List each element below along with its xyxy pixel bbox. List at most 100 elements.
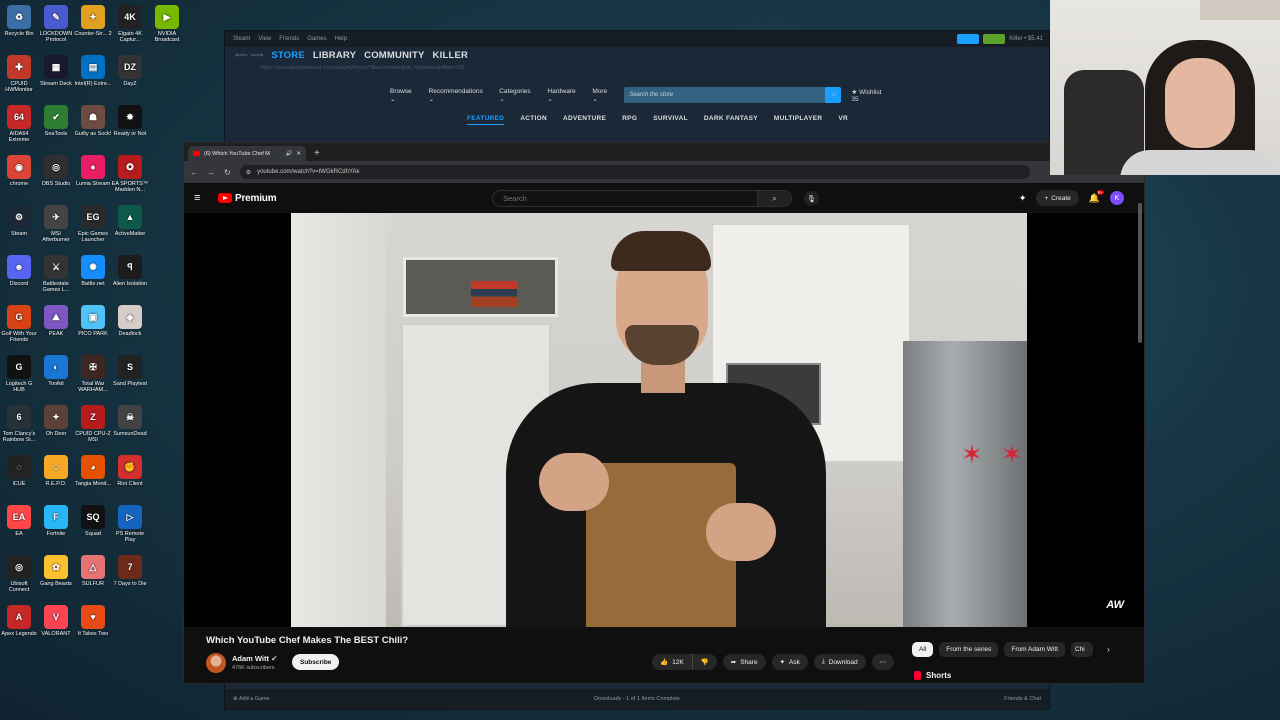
steam-menu-view[interactable]: View bbox=[258, 36, 271, 42]
search-icon[interactable]: ⌕ bbox=[757, 191, 791, 206]
desktop-shortcut[interactable]: ✺ Battle.net bbox=[74, 255, 112, 293]
store-menu-more[interactable]: More ⌄ bbox=[592, 88, 614, 103]
desktop-shortcut[interactable]: ▷ PS Remote Play bbox=[111, 505, 149, 543]
steam-store-search-input[interactable]: Search the store ⌕ bbox=[624, 87, 842, 103]
friends-chat-button[interactable]: Friends & Chat bbox=[1004, 696, 1041, 702]
add-game-button[interactable]: ⊕ Add a Game bbox=[233, 696, 270, 702]
desktop-shortcut[interactable]: ◌ iCUE bbox=[0, 455, 38, 493]
chip-chili[interactable]: Chi bbox=[1070, 642, 1093, 657]
desktop-shortcut[interactable]: Z CPUID CPU-Z MSI bbox=[74, 405, 112, 443]
desktop-shortcut[interactable]: ♻ Recycle Bin bbox=[0, 5, 38, 43]
browser-tab-youtube[interactable]: (6) Which YouTube Chef M 🔊 ✕ bbox=[188, 146, 306, 161]
desktop-shortcut[interactable]: S Sand Playtest bbox=[111, 355, 149, 393]
desktop-shortcut[interactable]: 64 AIDA64 Extreme bbox=[0, 105, 38, 143]
desktop-shortcut[interactable]: ◉ chrome bbox=[0, 155, 38, 193]
category-tab-survival[interactable]: SURVIVAL bbox=[653, 115, 688, 125]
desktop-shortcut[interactable]: ꟼ Alien Isolation bbox=[111, 255, 149, 293]
store-menu-browse[interactable]: Browse ⌄ bbox=[390, 88, 419, 103]
tab-close-icon[interactable]: ✕ bbox=[296, 151, 301, 157]
steam-account-status[interactable]: Killer • $5.41 bbox=[1009, 36, 1043, 42]
desktop-shortcut[interactable]: ◈ Deadlock bbox=[111, 305, 149, 343]
desktop-shortcut[interactable]: △ SULFUR bbox=[74, 555, 112, 593]
create-button[interactable]: + Create bbox=[1036, 190, 1079, 206]
channel-avatar[interactable] bbox=[206, 653, 226, 673]
desktop-shortcut[interactable]: V VALORANT bbox=[37, 605, 75, 643]
dislike-button[interactable]: 👎 bbox=[691, 654, 717, 670]
store-menu-hardware[interactable]: Hardware ⌄ bbox=[547, 88, 582, 103]
channel-watermark[interactable]: AW bbox=[1106, 599, 1124, 611]
search-icon[interactable]: ⌕ bbox=[825, 87, 842, 103]
steam-notification-button[interactable] bbox=[983, 34, 1006, 44]
desktop-shortcut[interactable]: ✠ Total War WARHAM... bbox=[74, 355, 112, 393]
desktop-shortcut[interactable]: EA EA bbox=[0, 505, 38, 543]
chip-from-adam-witt[interactable]: From Adam Witt bbox=[1004, 642, 1065, 657]
desktop-shortcut[interactable]: ▤ Intel(R) Extre... bbox=[74, 55, 112, 93]
back-forward-arrows-icon[interactable]: ⟵ ⟶ bbox=[235, 50, 263, 61]
youtube-premium-logo[interactable]: Premium bbox=[218, 193, 277, 204]
desktop-shortcut[interactable]: ✸ Ready or Not bbox=[111, 105, 149, 143]
desktop-shortcut[interactable]: 7 7 Days to Die bbox=[111, 555, 149, 593]
desktop-shortcut[interactable]: ▲ ActiveMatter bbox=[111, 205, 149, 243]
desktop-shortcut[interactable]: A Apex Legends bbox=[0, 605, 38, 643]
ask-button[interactable]: ✦ Ask bbox=[771, 654, 808, 670]
category-tab-featured[interactable]: FEATURED bbox=[467, 115, 505, 125]
reload-icon[interactable]: ↻ bbox=[224, 168, 231, 177]
steam-wishlist-link[interactable]: ★ Wishlist 35 bbox=[851, 88, 890, 103]
desktop-shortcut[interactable]: ✦ Counter-Str... 2 bbox=[74, 5, 112, 43]
desktop-shortcut[interactable]: ▦ Stream Deck bbox=[37, 55, 75, 93]
desktop-shortcut[interactable]: ● Lumia Stream bbox=[74, 155, 112, 193]
youtube-search-input[interactable] bbox=[493, 194, 757, 203]
category-tab-action[interactable]: ACTION bbox=[520, 115, 547, 125]
chevron-right-icon[interactable]: › bbox=[1107, 645, 1110, 654]
desktop-shortcut[interactable]: ☗ Guilty as Sock! bbox=[74, 105, 112, 143]
downloads-status[interactable]: Downloads - 1 of 1 Items Complete bbox=[594, 696, 680, 702]
microphone-icon[interactable]: 🎙 bbox=[804, 191, 819, 206]
chip-all[interactable]: All bbox=[912, 642, 934, 657]
category-tab-rpg[interactable]: RPG bbox=[622, 115, 637, 125]
desktop-shortcut[interactable]: ♥ It Takes Two bbox=[74, 605, 112, 643]
video-frame[interactable]: ✶ ✶ bbox=[291, 213, 1027, 627]
site-info-icon[interactable]: ⚙ bbox=[246, 169, 251, 176]
forward-icon[interactable]: → bbox=[207, 168, 215, 177]
desktop-shortcut[interactable]: ⚔ Battlestate Games L... bbox=[37, 255, 75, 293]
desktop-shortcut[interactable]: ✎ LOCKDOWN Protocol bbox=[37, 5, 75, 43]
like-button[interactable]: 👍 12K bbox=[652, 654, 692, 670]
desktop-shortcut[interactable]: 6 Tom Clancy's Rainbow Si... bbox=[0, 405, 38, 443]
gemini-sparkle-icon[interactable]: ✦ bbox=[1019, 193, 1027, 204]
steam-menu-friends[interactable]: Friends bbox=[279, 36, 299, 42]
desktop-shortcut[interactable]: G Golf With Your Friends bbox=[0, 305, 38, 343]
desktop-shortcut[interactable]: ✦ Oh Deer bbox=[37, 405, 75, 443]
more-actions-button[interactable]: ⋯ bbox=[871, 654, 895, 670]
steam-nav-profile[interactable]: KILLER bbox=[433, 50, 469, 61]
desktop-shortcut[interactable]: ▣ PICO PARK bbox=[74, 305, 112, 343]
steam-nav-community[interactable]: COMMUNITY bbox=[364, 50, 424, 61]
desktop-shortcut[interactable]: 4K Elgato 4K Captur... bbox=[111, 5, 149, 43]
steam-nav-store[interactable]: STORE bbox=[271, 50, 305, 61]
desktop-shortcut[interactable]: ◕ Tangia Monit... bbox=[74, 455, 112, 493]
category-tab-adventure[interactable]: ADVENTURE bbox=[563, 115, 606, 125]
new-tab-icon[interactable]: + bbox=[314, 148, 320, 161]
channel-name[interactable]: Adam Witt ✔ bbox=[232, 654, 277, 663]
page-scrollbar[interactable] bbox=[1138, 203, 1142, 343]
category-tab-vr[interactable]: VR bbox=[838, 115, 848, 125]
desktop-shortcut[interactable]: DZ DayZ bbox=[111, 55, 149, 93]
desktop-shortcut[interactable]: ☠ SumsunDead bbox=[111, 405, 149, 443]
account-avatar[interactable]: K bbox=[1110, 191, 1124, 205]
desktop-shortcut[interactable]: ✪ EA SPORTS™ Madden N... bbox=[111, 155, 149, 193]
desktop-shortcut[interactable]: EG Epic Games Launcher bbox=[74, 205, 112, 243]
desktop-shortcut[interactable]: ▶ NVIDIA Broadcast bbox=[148, 5, 186, 43]
steam-menu-steam[interactable]: Steam bbox=[233, 36, 250, 42]
steam-menu-help[interactable]: Help bbox=[335, 36, 347, 42]
subscribe-button[interactable]: Subscribe bbox=[292, 654, 340, 670]
desktop-shortcut[interactable]: ✈ MSI Afterburner bbox=[37, 205, 75, 243]
desktop-shortcut[interactable]: ☺ R.E.P.O. bbox=[37, 455, 75, 493]
steam-menu-games[interactable]: Games bbox=[307, 36, 326, 42]
video-player[interactable]: ✶ ✶ AW bbox=[184, 213, 1144, 627]
notifications-bell-icon[interactable]: 🔔 9+ bbox=[1089, 189, 1104, 204]
category-tab-multiplayer[interactable]: MULTIPLAYER bbox=[774, 115, 822, 125]
desktop-shortcut[interactable]: G Logitech G HUB bbox=[0, 355, 38, 393]
share-button[interactable]: ➦ Share bbox=[722, 654, 766, 670]
store-menu-recommendations[interactable]: Recommendations ⌄ bbox=[429, 88, 490, 103]
desktop-shortcut[interactable]: ◎ Ubisoft Connect bbox=[0, 555, 38, 593]
chip-from-the-series[interactable]: From the series bbox=[939, 642, 999, 657]
